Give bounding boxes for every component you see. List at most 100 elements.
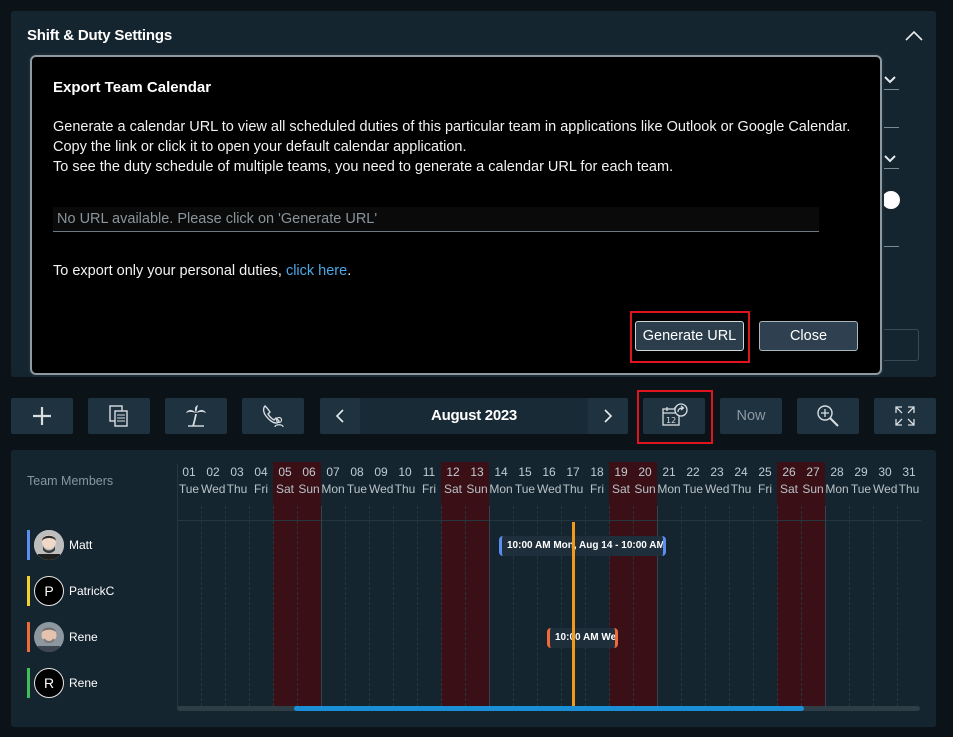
day-grid-line: [801, 506, 802, 706]
add-shift-button[interactable]: [11, 398, 73, 434]
day-weekday: Sun: [298, 482, 320, 496]
day-date: 17: [566, 465, 580, 479]
weekend-band: [609, 462, 633, 708]
day-weekday: Wed: [201, 482, 226, 496]
duty-block-matt[interactable]: 10:00 AM Mon, Aug 14 - 10:00 AM Mo: [499, 536, 666, 556]
day-weekday: Sat: [275, 482, 294, 496]
collapse-button[interactable]: [904, 29, 924, 43]
chevron-left-icon: [335, 409, 344, 423]
weekend-band: [777, 462, 801, 708]
day-header: 04 Fri: [249, 464, 273, 498]
day-grid-line: [873, 506, 874, 706]
day-header: 07 Mon: [321, 464, 345, 498]
member-name: PatrickC: [69, 584, 115, 598]
toggle-knob[interactable]: [882, 191, 900, 209]
chevron-down-icon[interactable]: [883, 154, 897, 164]
day-header: 16 Wed: [537, 464, 561, 498]
personal-export-prefix: To export only your personal duties,: [53, 263, 286, 279]
weekend-band: [465, 462, 489, 708]
member-color-bar: [27, 622, 30, 652]
day-date: 05: [278, 465, 292, 479]
day-header: 03 Thu: [225, 464, 249, 498]
member-name: Rene: [69, 676, 98, 690]
day-grid-line: [897, 506, 898, 706]
day-date: 14: [494, 465, 508, 479]
settings-title: Shift & Duty Settings: [27, 27, 172, 44]
day-date: 04: [254, 465, 268, 479]
day-header: 25 Fri: [753, 464, 777, 498]
day-weekday: Thu: [562, 482, 584, 496]
dialog-title: Export Team Calendar: [53, 79, 212, 96]
duty-block-rene[interactable]: 10:00 AM Wed: [547, 628, 618, 648]
day-date: 11: [422, 465, 436, 479]
member-color-bar: [27, 530, 30, 560]
zoom-button[interactable]: [797, 398, 859, 434]
day-header: 05 Sat: [273, 464, 297, 498]
member-color-bar: [27, 576, 30, 606]
day-date: 07: [326, 465, 340, 479]
vacation-button[interactable]: [165, 398, 227, 434]
member-row-rene-2[interactable]: R Rene: [27, 668, 98, 698]
day-grid-line: [201, 506, 202, 706]
personal-export-text: To export only your personal duties, cli…: [53, 263, 351, 279]
day-weekday: Sun: [634, 482, 656, 496]
day-date: 02: [206, 465, 220, 479]
weekend-band: [297, 462, 321, 708]
day-header: 19 Sat: [609, 464, 633, 498]
personal-export-link[interactable]: click here: [286, 263, 347, 279]
day-grid-line: [681, 506, 682, 706]
now-button[interactable]: Now: [720, 398, 782, 434]
close-button[interactable]: Close: [759, 321, 858, 351]
day-date: 29: [854, 465, 868, 479]
day-weekday: Tue: [178, 482, 200, 496]
day-weekday: Mon: [489, 482, 513, 496]
now-button-label: Now: [736, 408, 766, 424]
chevron-right-icon: [604, 409, 613, 423]
day-weekday: Wed: [873, 482, 898, 496]
on-call-button[interactable]: [242, 398, 304, 434]
member-row-rene[interactable]: Rene: [27, 622, 98, 652]
horizontal-scrollbar[interactable]: [177, 706, 920, 711]
day-date: 01: [182, 465, 196, 479]
day-weekday: Wed: [369, 482, 394, 496]
fullscreen-button[interactable]: [874, 398, 936, 434]
avatar: R: [34, 668, 64, 698]
calendar-url-field[interactable]: [53, 207, 819, 232]
chevron-up-icon: [905, 30, 923, 41]
current-month-label[interactable]: August 2023: [360, 398, 588, 434]
scrollbar-thumb[interactable]: [294, 706, 804, 711]
copy-button[interactable]: [88, 398, 150, 434]
day-date: 28: [830, 465, 844, 479]
day-grid-line: [825, 506, 826, 706]
day-header: 14 Mon: [489, 464, 513, 498]
generate-url-button[interactable]: Generate URL: [635, 321, 744, 351]
day-date: 31: [902, 465, 916, 479]
day-date: 09: [374, 465, 388, 479]
day-grid-line: [753, 506, 754, 706]
dialog-description: Generate a calendar URL to view all sche…: [53, 117, 850, 177]
weekend-band: [273, 462, 297, 708]
day-date: 30: [878, 465, 892, 479]
day-header: 17 Thu: [561, 464, 585, 498]
previous-month-button[interactable]: [320, 398, 360, 434]
day-date: 23: [710, 465, 724, 479]
day-header: 22 Tue: [681, 464, 705, 498]
day-date: 24: [734, 465, 748, 479]
day-grid-line: [777, 506, 778, 706]
day-date: 06: [302, 465, 316, 479]
member-name: Matt: [69, 538, 93, 552]
next-month-button[interactable]: [588, 398, 628, 434]
day-grid-line: [225, 506, 226, 706]
member-row-patrickc[interactable]: P PatrickC: [27, 576, 114, 606]
member-row-matt[interactable]: Matt: [27, 530, 92, 560]
avatar: P: [34, 576, 64, 606]
day-weekday: Tue: [850, 482, 872, 496]
chevron-down-icon[interactable]: [883, 75, 897, 85]
export-calendar-button[interactable]: 12: [643, 398, 705, 434]
day-header: 10 Thu: [393, 464, 417, 498]
day-grid-line: [849, 506, 850, 706]
day-header: 21 Mon: [657, 464, 681, 498]
select-underline: [881, 89, 899, 90]
day-date: 15: [518, 465, 532, 479]
day-grid-line: [393, 506, 394, 706]
